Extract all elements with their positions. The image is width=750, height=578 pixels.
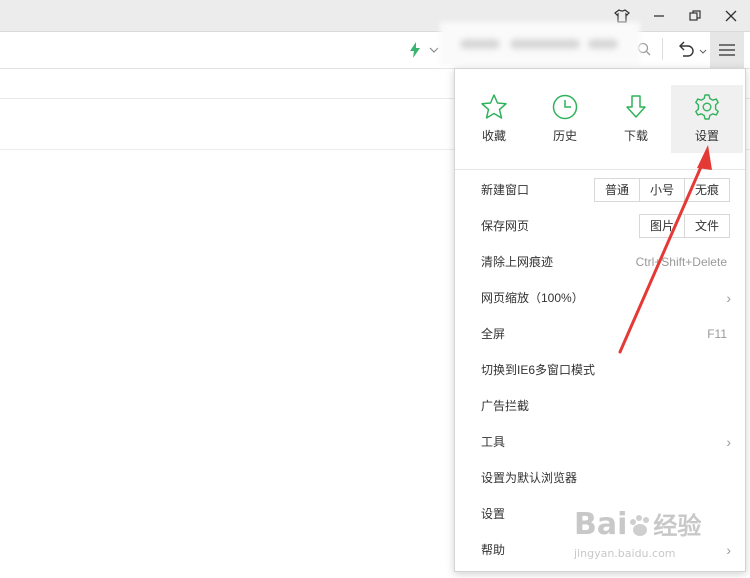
watermark: Bai 经验 jingyan.baidu.com	[574, 507, 702, 561]
paw-icon	[627, 514, 653, 538]
watermark-brand: Bai	[574, 507, 628, 542]
annotation-arrow	[618, 145, 712, 354]
watermark-url: jingyan.baidu.com	[574, 547, 676, 560]
watermark-brand2: 经验	[653, 512, 702, 540]
